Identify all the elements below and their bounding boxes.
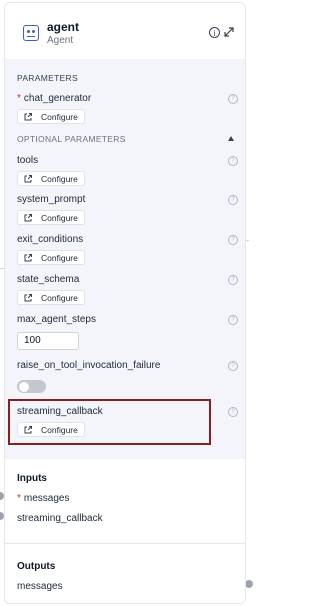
help-icon[interactable]: ? — [228, 315, 238, 325]
configure-tools-button[interactable]: Configure — [17, 171, 85, 186]
external-link-icon — [24, 175, 32, 183]
agent-node-card[interactable]: agent Agent i PARAMETERS * chat_generator… — [4, 2, 246, 604]
expand-icon[interactable] — [223, 26, 235, 38]
help-icon[interactable]: ? — [228, 275, 238, 285]
help-icon[interactable]: ? — [228, 361, 238, 371]
max-agent-steps-input[interactable]: 100 — [17, 332, 79, 350]
node-title: agent — [47, 20, 80, 34]
help-icon[interactable]: ? — [228, 407, 238, 417]
param-state-schema: state_schema — [17, 274, 80, 285]
param-chat-generator: * chat_generator — [17, 93, 92, 104]
configure-chat-generator-button[interactable]: Configure — [17, 109, 85, 124]
configure-state-schema-button[interactable]: Configure — [17, 290, 85, 305]
input-messages: * messages — [17, 493, 70, 504]
canvas-edge — [246, 240, 249, 241]
info-icon[interactable]: i — [209, 27, 220, 38]
inputs-heading: Inputs — [17, 473, 47, 484]
help-icon[interactable]: ? — [228, 195, 238, 205]
param-tools: tools — [17, 155, 39, 166]
param-max-agent-steps: max_agent_steps — [17, 314, 96, 325]
external-link-icon — [24, 294, 32, 302]
input-streaming-callback: streaming_callback — [17, 513, 103, 524]
streaming-callback-highlight — [8, 399, 211, 445]
inputs-section: Inputs * messages streaming_callback — [5, 459, 245, 543]
help-icon[interactable]: ? — [228, 235, 238, 245]
external-link-icon — [24, 254, 32, 262]
param-exit-conditions: exit_conditions — [17, 234, 84, 245]
outputs-heading: Outputs — [17, 561, 56, 572]
configure-exit-conditions-button[interactable]: Configure — [17, 250, 85, 265]
node-subtitle: Agent — [47, 35, 74, 46]
param-system-prompt: system_prompt — [17, 194, 86, 205]
configure-system-prompt-button[interactable]: Configure — [17, 210, 85, 225]
agent-robot-icon — [23, 25, 39, 41]
optional-parameters-heading: OPTIONAL PARAMETERS — [17, 134, 126, 144]
output-messages: messages — [17, 581, 63, 592]
parameters-heading: PARAMETERS — [17, 73, 78, 83]
external-link-icon — [24, 113, 32, 121]
external-link-icon — [24, 214, 32, 222]
outputs-section: Outputs messages — [5, 544, 245, 603]
node-header: agent Agent i — [5, 3, 245, 59]
param-raise-on-tool-invocation-failure: raise_on_tool_invocation_failure — [17, 360, 161, 371]
help-icon[interactable]: ? — [228, 94, 238, 104]
raise-on-failure-toggle[interactable] — [17, 380, 46, 393]
canvas-handle — [245, 580, 253, 588]
collapse-caret-icon[interactable] — [228, 136, 234, 141]
help-icon[interactable]: ? — [228, 156, 238, 166]
